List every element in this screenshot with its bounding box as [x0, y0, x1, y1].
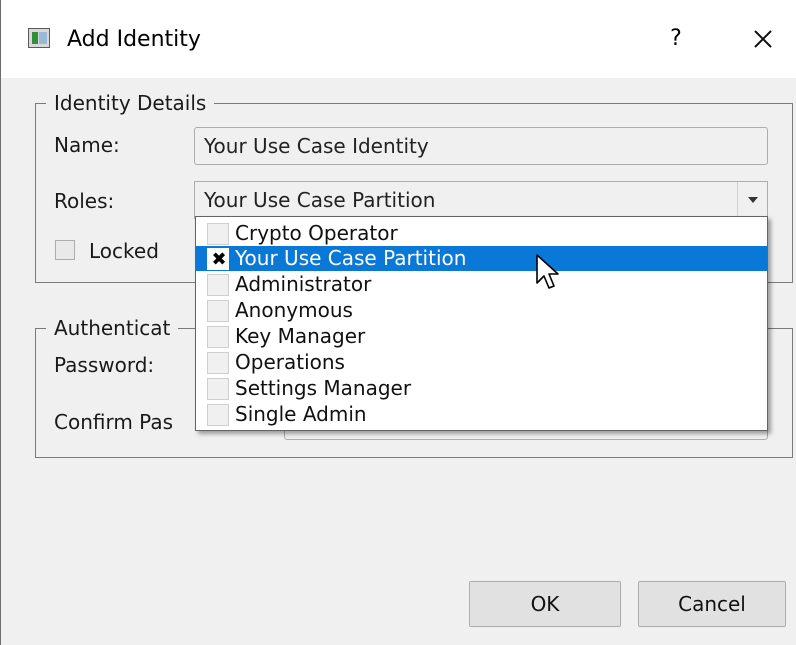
ok-button[interactable]: OK	[469, 581, 621, 627]
roles-selected-value: Your Use Case Partition	[204, 188, 436, 212]
chevron-down-icon[interactable]	[737, 182, 767, 218]
role-option-single-admin[interactable]: Single Admin	[196, 402, 767, 427]
role-option-crypto-operator[interactable]: Crypto Operator	[196, 221, 767, 246]
role-checkbox[interactable]	[207, 223, 229, 245]
mouse-pointer-icon	[536, 254, 559, 289]
locked-label: Locked	[89, 239, 159, 263]
confirm-password-label: Confirm Pas	[54, 410, 174, 434]
role-option-settings-manager[interactable]: Settings Manager	[196, 376, 767, 401]
dialog-title: Add Identity	[67, 27, 201, 52]
app-window-icon	[28, 28, 50, 48]
cancel-button[interactable]: Cancel	[638, 581, 786, 627]
roles-label: Roles:	[54, 189, 115, 213]
name-field[interactable]: Your Use Case Identity	[194, 127, 768, 165]
role-checkbox[interactable]	[207, 378, 229, 400]
role-checkbox[interactable]	[207, 404, 229, 426]
locked-checkbox[interactable]	[55, 240, 75, 260]
role-option-key-manager[interactable]: Key Manager	[196, 324, 767, 349]
role-checkbox[interactable]	[207, 352, 229, 374]
role-checkbox[interactable]	[207, 300, 229, 322]
help-button[interactable]: ?	[661, 22, 691, 56]
role-option-administrator[interactable]: Administrator	[196, 272, 767, 297]
role-option-anonymous[interactable]: Anonymous	[196, 298, 767, 323]
close-button[interactable]	[743, 20, 783, 58]
roles-dropdown-list: Crypto Operator ✖ Your Use Case Partitio…	[195, 216, 768, 431]
close-icon	[754, 30, 772, 48]
authentication-title: Authenticat	[46, 316, 179, 340]
role-checkbox[interactable]	[207, 326, 229, 348]
role-checkbox[interactable]: ✖	[207, 248, 229, 270]
role-checkbox[interactable]	[207, 274, 229, 296]
role-option-your-use-case-partition[interactable]: ✖ Your Use Case Partition	[196, 246, 767, 271]
identity-details-title: Identity Details	[46, 91, 215, 115]
password-label: Password:	[54, 353, 155, 377]
name-label: Name:	[54, 133, 120, 157]
role-option-operations[interactable]: Operations	[196, 350, 767, 375]
roles-combobox[interactable]: Your Use Case Partition	[194, 181, 768, 219]
checked-x-icon: ✖	[211, 249, 227, 270]
title-bar[interactable]: Add Identity ?	[1, 0, 796, 78]
add-identity-dialog: Add Identity ? Identity Details Name: Yo…	[0, 0, 796, 645]
